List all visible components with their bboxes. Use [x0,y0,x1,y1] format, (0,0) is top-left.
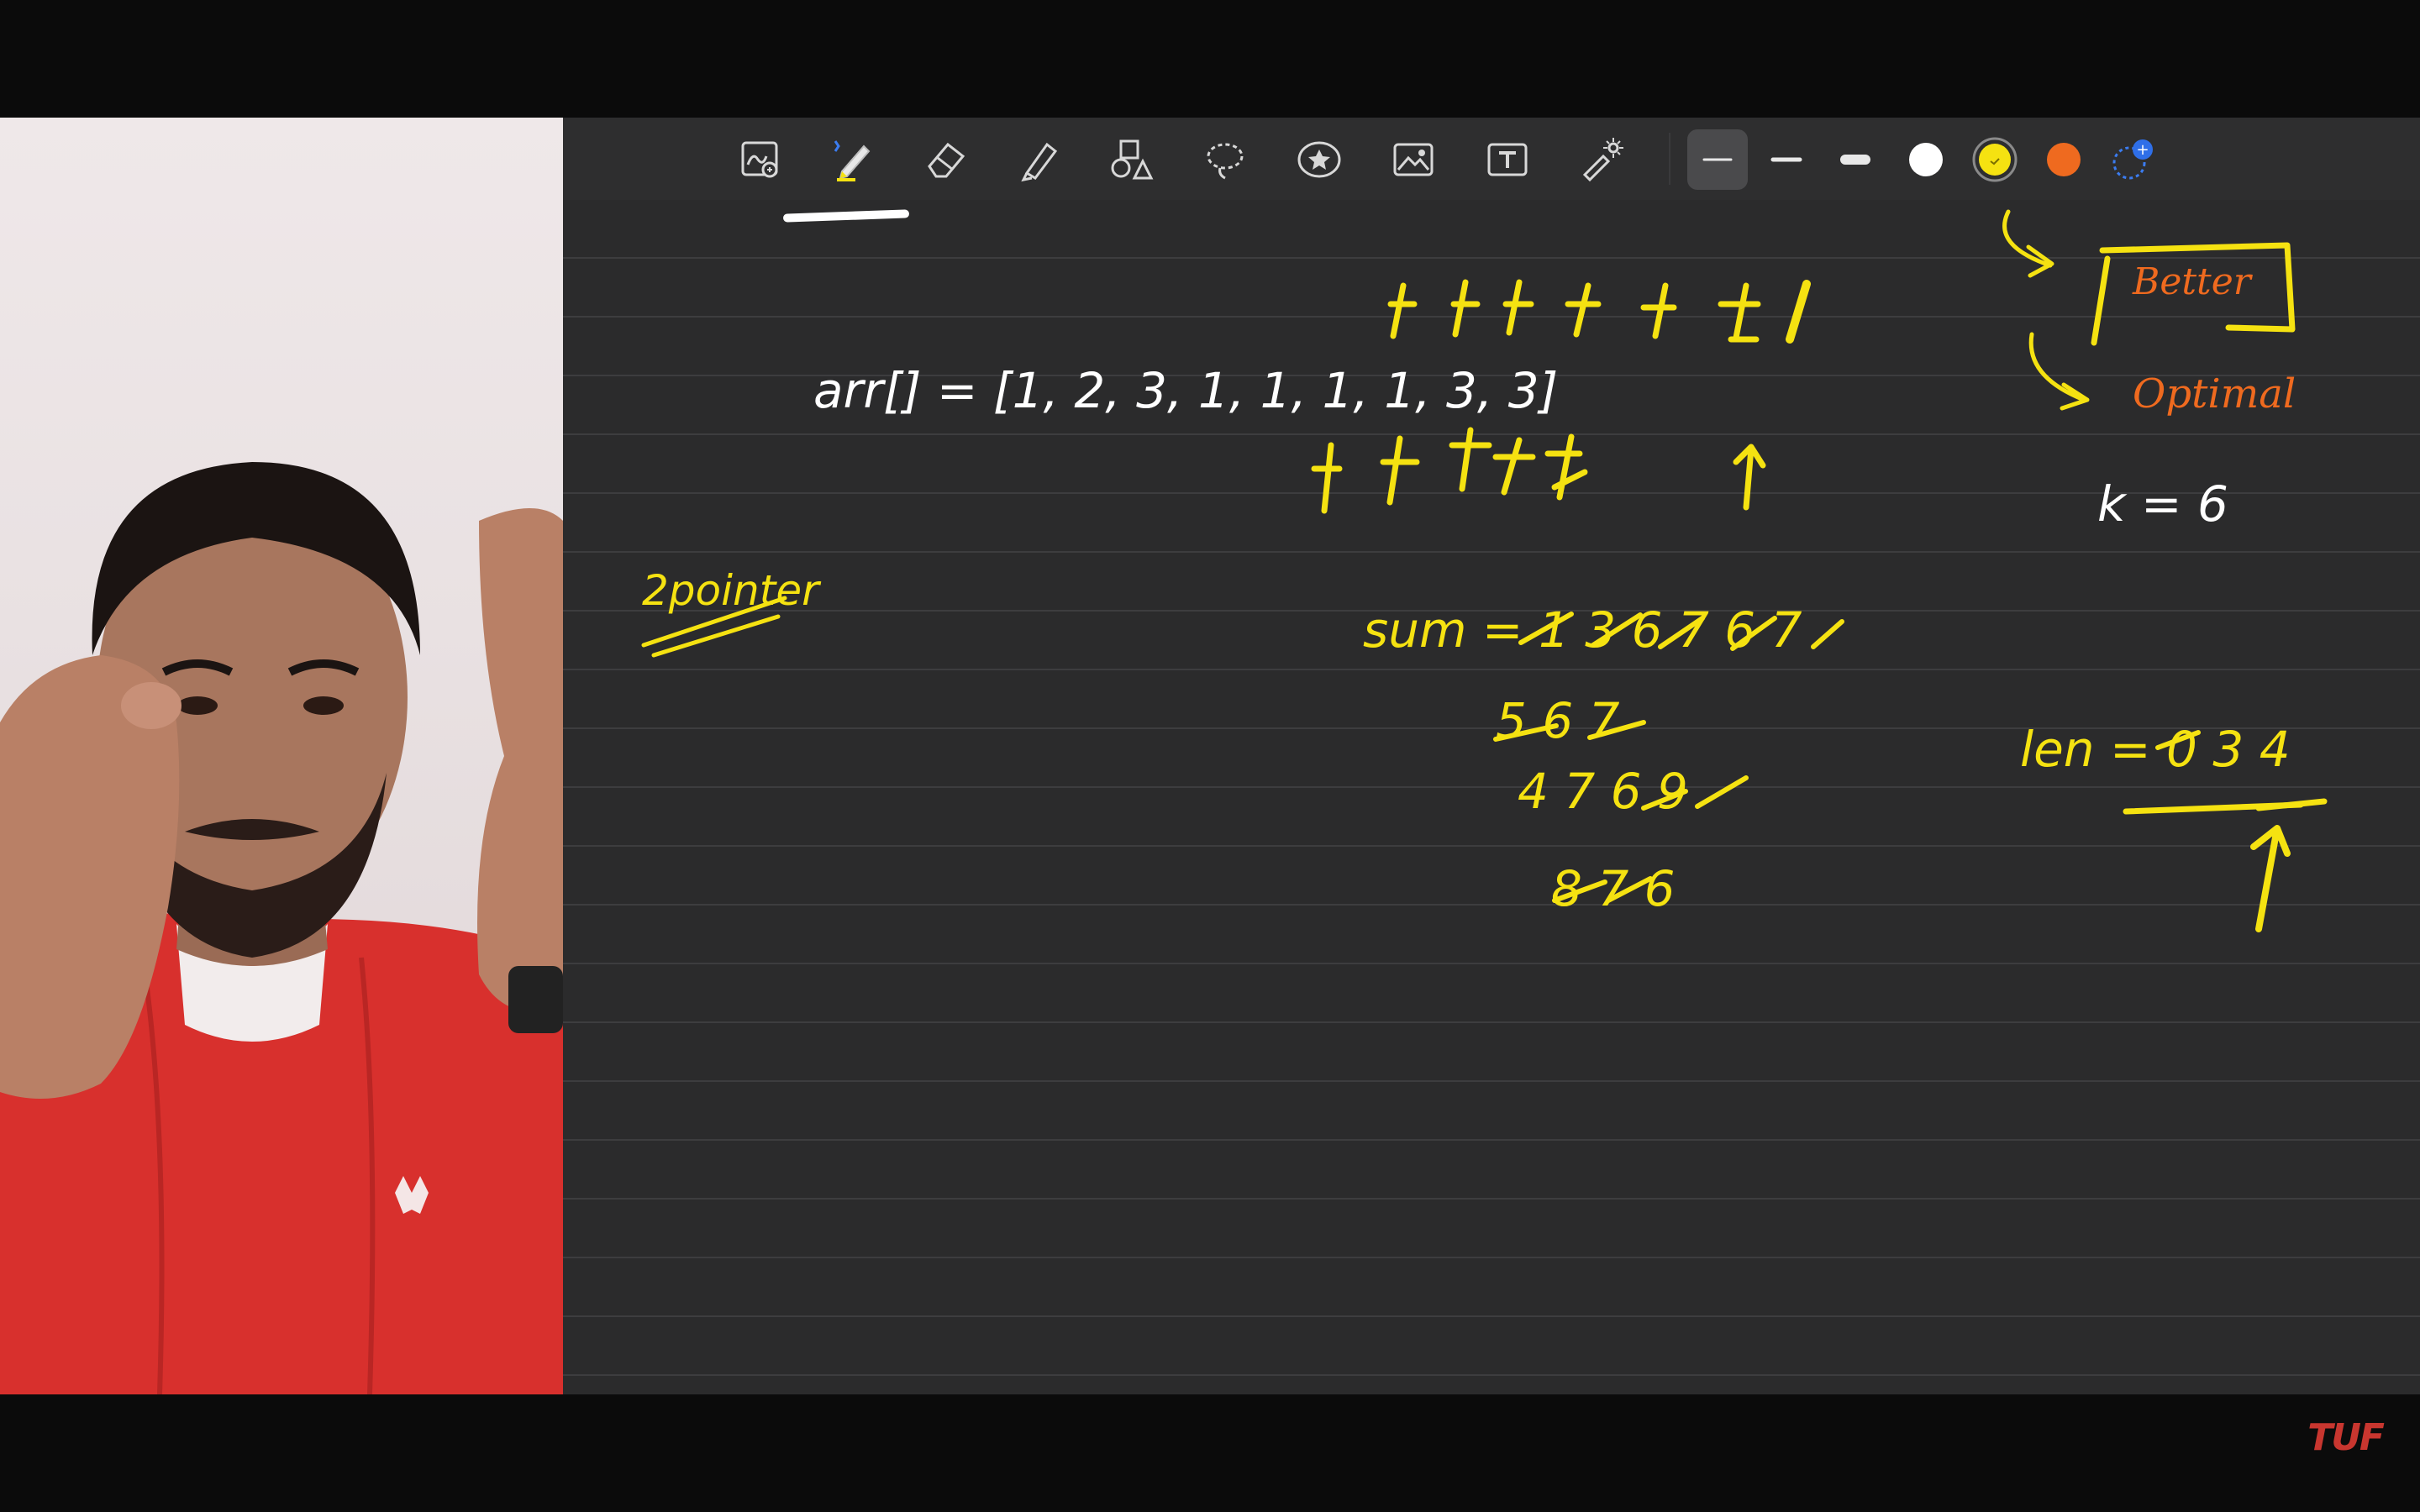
sum-line-3: 4 7 6 9 [1518,763,1688,820]
ink-layer: arr[] = [1, 2, 3, 1, 1, 1, 1, 3, 3] Bett… [641,209,2328,932]
sum-line-2: 5 6 7 [1496,692,1620,749]
label-better: Better [2132,260,2254,303]
sum-line-1: sum = 1 3 6 7 6 7 [1363,601,1802,659]
presenter-video [0,118,563,1394]
pointer-marks-bottom [1311,427,1766,514]
label-optimal: Optimal [2133,370,2296,417]
array-definition: arr[] = [1, 2, 3, 1, 1, 1, 1, 3, 3] [813,362,1558,419]
two-pointer-note: 2pointer [642,566,822,615]
sum-line-4: 8 7 6 [1551,860,1676,917]
len-line: len = 0 3 4 [2020,721,2291,778]
channel-logo: TUF [2307,1416,2385,1459]
top-letterbox [0,0,2420,118]
k-value: k = 6 [2097,475,2228,533]
pointer-marks-top [1387,279,1811,344]
presenter-illustration [0,462,563,1394]
bottom-letterbox [0,1394,2420,1512]
notes-canvas[interactable]: + arr[] = [1, 2, 3, 1, 1, 1, 1, 3, 3] Be… [563,118,2420,1394]
